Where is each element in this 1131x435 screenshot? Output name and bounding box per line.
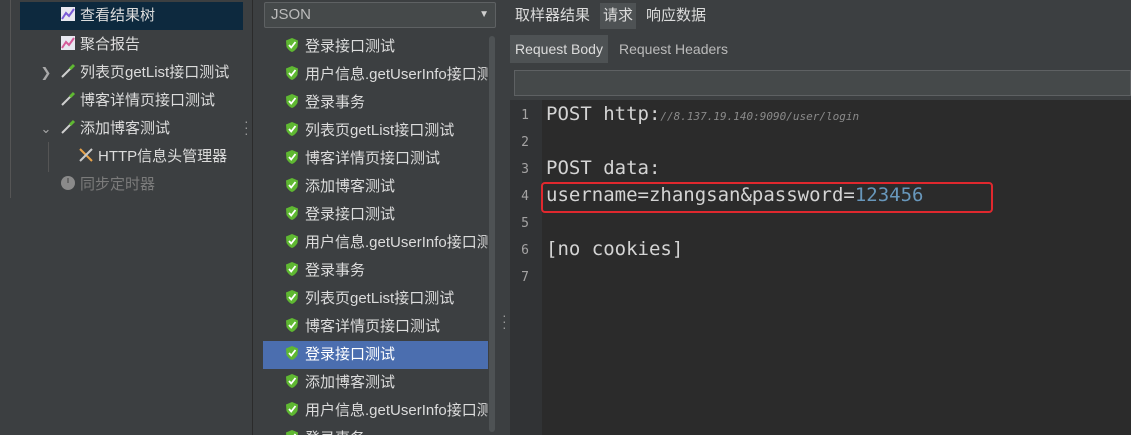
result-item-label: 登录事务 [305, 94, 366, 111]
tree-item-getlist-test[interactable]: 列表页getList接口测试 [20, 59, 229, 87]
splitter-handle-icon[interactable]: · · · [502, 308, 507, 334]
subtab-request-body[interactable]: Request Body [510, 35, 608, 63]
result-item[interactable]: 登录事务 [263, 89, 488, 117]
result-item[interactable]: 用户信息.getUserInfo接口测试 [263, 61, 488, 89]
result-item[interactable]: 博客详情页接口测试 [263, 313, 488, 341]
green-check-shield-icon [286, 122, 298, 137]
results-scrollbar-thumb[interactable] [489, 36, 495, 432]
green-check-shield-icon [286, 346, 298, 361]
result-item-label: 登录事务 [305, 262, 366, 279]
result-item[interactable]: 博客详情页接口测试 [263, 145, 488, 173]
renderer-select-value: JSON [271, 6, 312, 23]
splitter-handle-icon[interactable]: · · · [244, 114, 249, 140]
result-item-label: 博客详情页接口测试 [305, 318, 441, 335]
pipette-icon [61, 119, 76, 134]
search-field[interactable] [514, 70, 1131, 96]
request-body-editor[interactable] [510, 100, 1131, 435]
pipette-icon [61, 91, 76, 106]
subtab-request-headers[interactable]: Request Headers [614, 35, 733, 63]
result-item-label: 登录接口测试 [305, 38, 396, 55]
request-method-label: POST http: [546, 103, 661, 125]
tree-guide-line [10, 0, 11, 198]
tree-item-aggregate-report[interactable]: 聚合报告 [20, 31, 140, 59]
tree-item-blog-detail-test[interactable]: 博客详情页接口测试 [20, 87, 215, 115]
code-line-1: POST http://8.137.19.140:9090/user/login [546, 101, 859, 128]
tree-item-sync-timer[interactable]: 同步定时器 [20, 171, 155, 199]
result-item-label: 添加博客测试 [305, 374, 396, 391]
green-check-shield-icon [286, 290, 298, 305]
result-item-label: 博客详情页接口测试 [305, 150, 441, 167]
result-item[interactable]: 用户信息.getUserInfo接口测试 [263, 397, 488, 425]
code-line-3: POST data: [546, 157, 661, 179]
result-item[interactable]: 添加博客测试 [263, 173, 488, 201]
renderer-select[interactable]: JSON ▼ [264, 2, 496, 28]
result-item-label: 用户信息.getUserInfo接口测试 [305, 234, 488, 251]
result-item[interactable]: 列表页getList接口测试 [263, 285, 488, 313]
dropdown-caret-icon: ▼ [479, 9, 489, 20]
result-item[interactable]: 列表页getList接口测试 [263, 117, 488, 145]
tab-sampler-result[interactable]: 取样器结果 [512, 3, 593, 29]
green-check-shield-icon [286, 262, 298, 277]
result-item-label: 登录事务 [305, 430, 365, 435]
line-number: 7 [521, 270, 529, 285]
tab-response-data[interactable]: 响应数据 [643, 3, 709, 29]
tab-request[interactable]: 请求 [600, 3, 637, 29]
wrench-icon [79, 148, 93, 162]
green-check-shield-icon [286, 430, 298, 435]
request-url: //8.137.19.140:9090/user/login [660, 110, 860, 123]
result-item-label: 列表页getList接口测试 [305, 122, 455, 139]
green-check-shield-icon [286, 318, 298, 333]
result-item[interactable]: 登录事务 [263, 257, 488, 285]
line-number: 1 [521, 108, 529, 123]
line-number: 3 [521, 162, 529, 177]
result-item-label: 用户信息.getUserInfo接口测试 [305, 402, 488, 419]
result-item-label: 登录接口测试 [305, 206, 396, 223]
green-check-shield-icon [286, 402, 298, 417]
graph-icon [61, 7, 75, 22]
line-number: 5 [521, 216, 529, 231]
line-number: 6 [521, 243, 529, 258]
pipette-icon [61, 63, 76, 78]
tree-guide-line [48, 142, 49, 172]
tree-item-add-blog-test[interactable]: 添加博客测试 [20, 115, 170, 143]
green-check-shield-icon [286, 150, 298, 165]
tree-item-view-results-tree[interactable]: 查看结果树 [20, 2, 243, 30]
annotation-highlight-box [541, 182, 993, 213]
sample-results-list: 登录接口测试 用户信息.getUserInfo接口测试 登录事务 列表页getList… [263, 33, 488, 435]
result-item[interactable]: 登录接口测试 [263, 201, 488, 229]
green-check-shield-icon [286, 234, 298, 249]
green-check-shield-icon [286, 66, 298, 81]
tree-item-http-header-manager[interactable]: HTTP信息头管理器 [60, 143, 227, 171]
result-item[interactable]: 登录接口测试 [263, 341, 488, 369]
line-number: 2 [521, 135, 529, 150]
result-item[interactable]: 用户信息.getUserInfo接口测试 [263, 229, 488, 257]
green-check-shield-icon [286, 38, 298, 53]
result-item-label: 登录接口测试 [305, 346, 396, 363]
graph-icon [61, 36, 75, 51]
code-line-6: [no cookies] [546, 238, 684, 260]
green-check-shield-icon [286, 94, 298, 109]
result-item[interactable]: 添加博客测试 [263, 369, 488, 397]
result-item-label: 添加博客测试 [305, 178, 396, 195]
line-number: 4 [521, 189, 529, 204]
green-check-shield-icon [286, 206, 298, 221]
result-item-label: 列表页getList接口测试 [305, 290, 455, 307]
green-check-shield-icon [286, 178, 298, 193]
result-item[interactable]: 登录事务 [263, 425, 488, 435]
result-item-label: 用户信息.getUserInfo接口测试 [305, 66, 488, 83]
green-check-shield-icon [286, 374, 298, 389]
timer-icon [61, 176, 75, 191]
result-item[interactable]: 登录接口测试 [263, 33, 488, 61]
